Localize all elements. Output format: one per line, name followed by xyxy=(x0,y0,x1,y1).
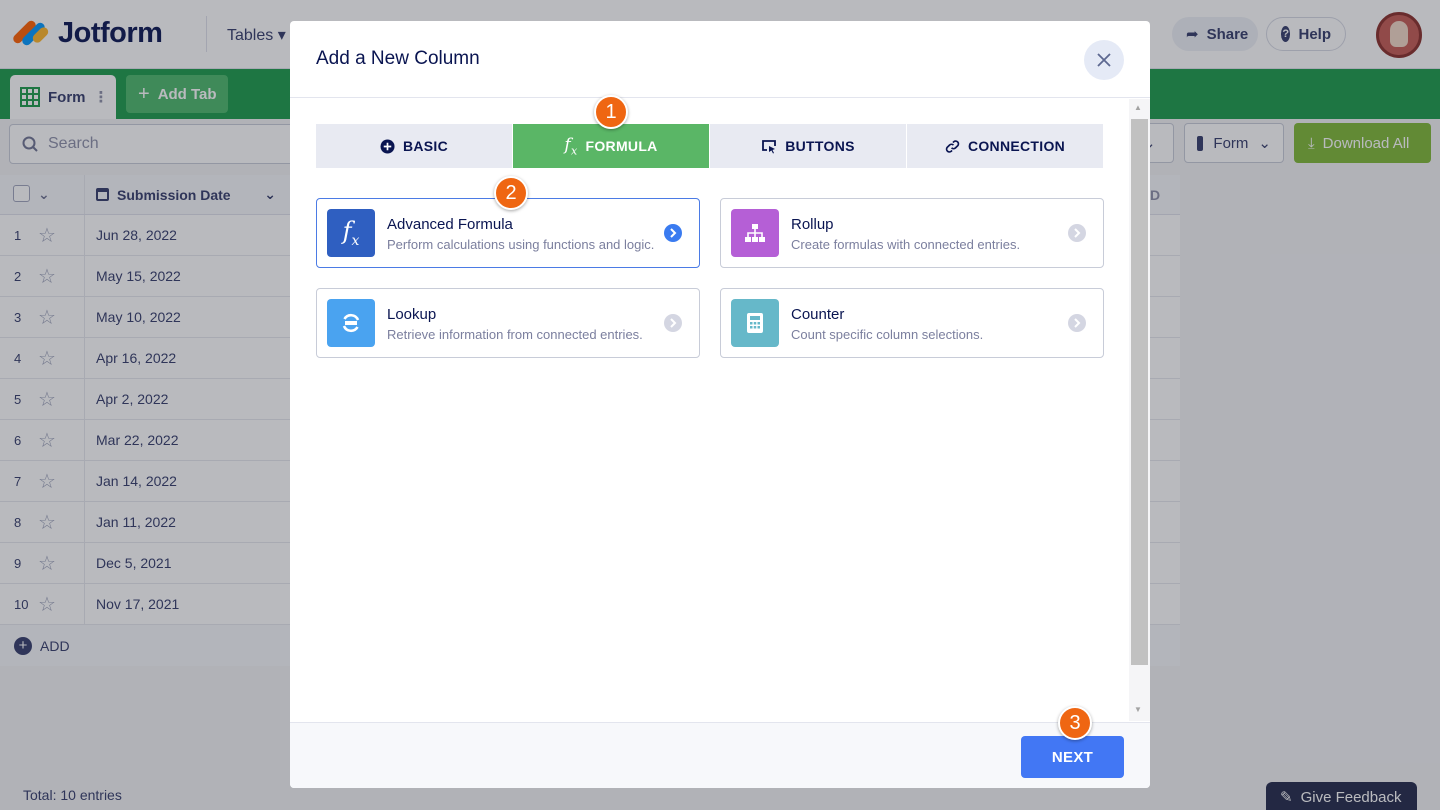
card-title: Counter xyxy=(791,306,845,323)
modal-scrollbar[interactable]: ▲ ▼ xyxy=(1129,99,1150,721)
card-rollup[interactable]: Rollup Create formulas with connected en… xyxy=(720,198,1104,268)
tab-basic-label: BASIC xyxy=(402,138,449,154)
lookup-icon xyxy=(327,299,375,347)
tab-connection[interactable]: CONNECTION xyxy=(907,124,1103,168)
next-button[interactable]: NEXT xyxy=(1021,736,1124,778)
calculator-icon xyxy=(731,299,779,347)
add-column-modal: Add a New Column BASIC fx FORMULA BUTTON… xyxy=(290,21,1150,788)
card-description: Count specific column selections. xyxy=(791,327,984,342)
scrollbar-thumb[interactable] xyxy=(1131,119,1148,665)
chevron-right-icon xyxy=(664,224,682,242)
card-counter[interactable]: Counter Count specific column selections… xyxy=(720,288,1104,358)
tab-buttons-label: BUTTONS xyxy=(785,138,855,154)
hierarchy-icon xyxy=(731,209,779,257)
tab-buttons[interactable]: BUTTONS xyxy=(710,124,907,168)
card-description: Retrieve information from connected entr… xyxy=(387,327,643,342)
plus-circle-icon xyxy=(380,138,395,154)
tab-formula[interactable]: fx FORMULA xyxy=(513,124,710,168)
step-marker-2: 2 xyxy=(494,176,528,210)
tab-basic[interactable]: BASIC xyxy=(316,124,513,168)
card-description: Create formulas with connected entries. xyxy=(791,237,1021,252)
tab-connection-label: CONNECTION xyxy=(967,138,1066,154)
modal-title: Add a New Column xyxy=(316,48,480,69)
step-marker-3: 3 xyxy=(1058,706,1092,740)
modal-footer: NEXT xyxy=(290,722,1150,788)
close-button[interactable] xyxy=(1084,40,1124,80)
scroll-up-arrow-icon[interactable]: ▲ xyxy=(1134,103,1142,112)
function-icon: fx xyxy=(564,134,578,158)
card-description: Perform calculations using functions and… xyxy=(387,237,655,252)
column-type-tabs: BASIC fx FORMULA BUTTONS CONNECTION xyxy=(316,124,1103,168)
button-cursor-icon xyxy=(762,139,777,153)
function-icon: fx xyxy=(327,209,375,257)
close-icon xyxy=(1097,53,1111,67)
chevron-right-icon xyxy=(664,314,682,332)
modal-header: Add a New Column xyxy=(290,21,1150,98)
link-icon xyxy=(945,139,960,153)
step-marker-1: 1 xyxy=(594,95,628,129)
card-title: Lookup xyxy=(387,306,437,323)
card-lookup[interactable]: Lookup Retrieve information from connect… xyxy=(316,288,700,358)
card-title: Advanced Formula xyxy=(387,216,513,233)
tab-formula-label: FORMULA xyxy=(585,138,658,154)
chevron-right-icon xyxy=(1068,314,1086,332)
card-title: Rollup xyxy=(791,216,834,233)
chevron-right-icon xyxy=(1068,224,1086,242)
scroll-down-arrow-icon[interactable]: ▼ xyxy=(1134,705,1142,714)
